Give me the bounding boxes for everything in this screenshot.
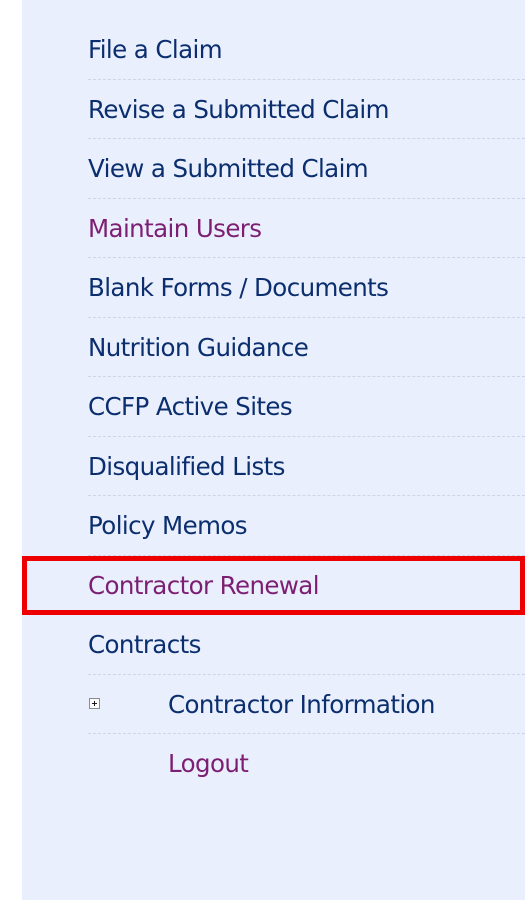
plus-box-icon[interactable] [89, 698, 100, 710]
menu-item-logout[interactable]: Logout [22, 734, 525, 794]
menu-item-label: Logout [168, 749, 249, 779]
menu-item-blank-forms-documents[interactable]: Blank Forms / Documents [22, 258, 525, 318]
menu-item-label: File a Claim [88, 35, 223, 65]
menu-item-label: Revise a Submitted Claim [88, 94, 389, 124]
menu-item-ccfp-active-sites[interactable]: CCFP Active Sites [22, 377, 525, 437]
menu-item-label: Disqualified Lists [88, 451, 285, 481]
menu-item-nutrition-guidance[interactable]: Nutrition Guidance [22, 318, 525, 378]
menu-item-file-a-claim[interactable]: File a Claim [22, 20, 525, 80]
menu-item-view-a-submitted-claim[interactable]: View a Submitted Claim [22, 139, 525, 199]
menu-item-label: Maintain Users [88, 213, 262, 243]
menu-item-policy-memos[interactable]: Policy Memos [22, 496, 525, 556]
menu-item-contracts[interactable]: Contracts [22, 615, 525, 675]
menu-item-label: Nutrition Guidance [88, 332, 309, 362]
menu-item-maintain-users[interactable]: Maintain Users [22, 199, 525, 259]
menu-item-label: Contracts [88, 630, 201, 660]
menu-item-disqualified-lists[interactable]: Disqualified Lists [22, 437, 525, 497]
sidebar: File a Claim Revise a Submitted Claim Vi… [22, 0, 525, 900]
menu-item-contractor-information[interactable]: Contractor Information [22, 675, 525, 735]
menu-item-label: Blank Forms / Documents [88, 273, 389, 303]
menu-item-revise-a-submitted-claim[interactable]: Revise a Submitted Claim [22, 80, 525, 140]
menu-item-label: View a Submitted Claim [88, 154, 369, 184]
menu-item-label: Policy Memos [88, 511, 248, 541]
sidebar-menu: File a Claim Revise a Submitted Claim Vi… [22, 20, 525, 794]
menu-item-label: Contractor Renewal [88, 570, 320, 600]
menu-item-contractor-renewal[interactable]: Contractor Renewal [22, 555, 525, 615]
menu-item-label: Contractor Information [168, 689, 435, 719]
menu-item-label: CCFP Active Sites [88, 392, 293, 422]
